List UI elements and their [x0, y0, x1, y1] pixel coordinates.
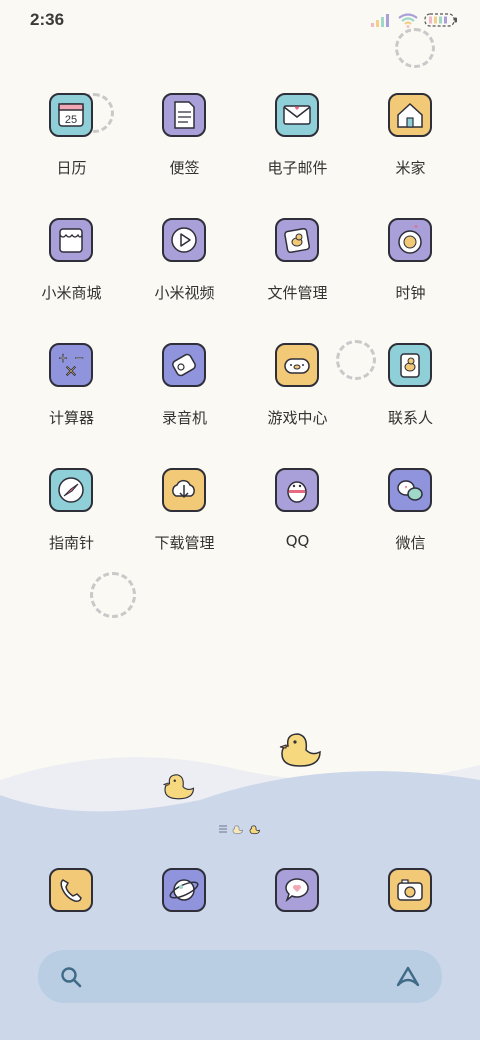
- duck-decoration-large: [279, 733, 321, 767]
- status-icons: [370, 12, 458, 28]
- dock-camera-app[interactable]: [388, 868, 432, 912]
- app-label: 联系人: [387, 409, 433, 427]
- messages-icon: [285, 878, 309, 903]
- app-game-center[interactable]: 游戏中心: [241, 338, 354, 448]
- app-label: 便签: [169, 159, 200, 177]
- app-label: 录音机: [161, 409, 207, 427]
- app-label: 米家: [395, 159, 426, 177]
- dock-phone-app[interactable]: [49, 868, 93, 912]
- app-compass[interactable]: 指南针: [15, 463, 128, 573]
- status-time: 2:36: [30, 10, 65, 29]
- video-icon: [162, 218, 206, 262]
- svg-text:×: ×: [64, 361, 77, 380]
- app-label: 文件管理: [267, 284, 328, 302]
- search-icon[interactable]: [59, 965, 83, 989]
- calendar-icon: 25: [49, 93, 93, 137]
- battery-icon: [424, 13, 457, 27]
- clock-icon: [388, 218, 432, 262]
- mail-icon: [275, 93, 319, 137]
- decorative-dashed-circle: [395, 28, 435, 68]
- gamepad-icon: [275, 343, 319, 387]
- app-qq[interactable]: QQ: [241, 463, 354, 573]
- dock: [0, 860, 480, 930]
- app-label: 下载管理: [154, 534, 215, 552]
- app-contacts[interactable]: 联系人: [354, 338, 467, 448]
- app-label: 指南针: [48, 534, 94, 552]
- app-recorder[interactable]: 录音机: [128, 338, 241, 448]
- app-label: 游戏中心: [267, 409, 328, 427]
- assistant-icon[interactable]: [394, 965, 422, 989]
- recorder-icon: [162, 343, 206, 387]
- app-label: 小米商城: [41, 284, 102, 302]
- app-download-manager[interactable]: 下载管理: [128, 463, 241, 573]
- duck-dot-icon: [232, 824, 243, 834]
- app-wechat[interactable]: 微信: [354, 463, 467, 573]
- duck-decoration-small: [163, 774, 195, 800]
- qq-penguin-icon: [275, 468, 319, 512]
- dock-browser-app[interactable]: [162, 868, 206, 912]
- calculator-icon: + − ×: [49, 343, 93, 387]
- app-file-manager[interactable]: 文件管理: [241, 213, 354, 323]
- app-email[interactable]: 电子邮件: [241, 88, 354, 198]
- app-mi-store[interactable]: 小米商城: [15, 213, 128, 323]
- dock-messages-app[interactable]: [275, 868, 319, 912]
- app-label: 小米视频: [154, 284, 215, 302]
- calendar-date: 25: [65, 114, 77, 126]
- wechat-icon: [388, 468, 432, 512]
- browser-planet-icon: [169, 879, 199, 901]
- app-notes[interactable]: 便签: [128, 88, 241, 198]
- app-calendar[interactable]: 25 日历: [15, 88, 128, 198]
- app-mi-video[interactable]: 小米视频: [128, 213, 241, 323]
- download-icon: [162, 468, 206, 512]
- folder-icon: [275, 218, 319, 262]
- phone-icon: [60, 879, 82, 902]
- contacts-icon: [388, 343, 432, 387]
- app-clock[interactable]: 时钟: [354, 213, 467, 323]
- note-icon: [162, 93, 206, 137]
- store-icon: [49, 218, 93, 262]
- app-label: 日历: [56, 159, 87, 177]
- menu-lines-icon: [219, 825, 227, 833]
- page-indicator[interactable]: [219, 822, 265, 836]
- app-label: 计算器: [48, 409, 94, 427]
- app-label: QQ: [285, 532, 310, 550]
- home-icon: [388, 93, 432, 137]
- signal-icon: [371, 14, 389, 27]
- duck-dot-active-icon: [249, 824, 260, 834]
- search-bar[interactable]: [38, 950, 442, 1003]
- app-label: 电子邮件: [267, 159, 328, 177]
- compass-icon: [49, 468, 93, 512]
- decorative-dashed-circle: [90, 572, 136, 618]
- app-label: 微信: [395, 534, 426, 552]
- app-mijia[interactable]: 米家: [354, 88, 467, 198]
- app-label: 时钟: [395, 284, 426, 302]
- app-calculator[interactable]: + − × 计算器: [15, 338, 128, 448]
- wifi-icon: [398, 12, 418, 28]
- camera-icon: [397, 879, 423, 901]
